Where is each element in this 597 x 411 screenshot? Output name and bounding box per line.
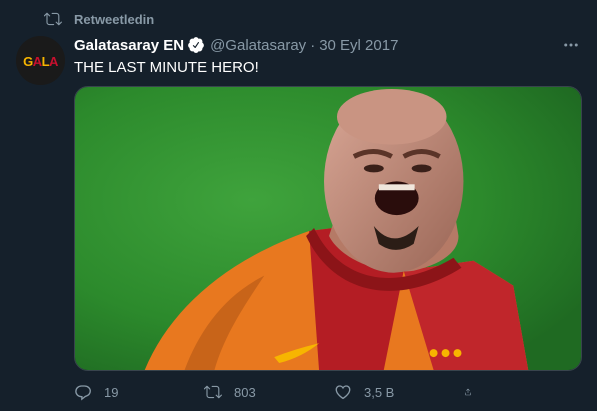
share-icon — [465, 388, 471, 396]
svg-text:GALA: GALA — [23, 54, 59, 69]
retweet-label: Retweetledin — [74, 11, 155, 27]
celebrating-player-photo-icon — [75, 87, 581, 370]
tweet-text: THE LAST MINUTE HERO! — [74, 59, 259, 76]
reply-count: 19 — [104, 384, 119, 400]
tweet-header: Galatasaray EN @Galatasaray · 30 Eyl 201… — [74, 35, 577, 55]
retweet-count: 803 — [234, 384, 256, 400]
like-button[interactable]: 3,5 B — [334, 383, 464, 401]
reply-button[interactable]: 19 — [74, 383, 204, 401]
more-icon — [564, 43, 578, 47]
verified-badge-icon — [188, 37, 204, 53]
share-button[interactable] — [464, 383, 484, 401]
heart-icon — [335, 385, 351, 400]
retweet-indicator: Retweetledin — [44, 9, 154, 29]
reply-icon — [75, 385, 91, 401]
like-count: 3,5 B — [364, 384, 395, 400]
more-options-button[interactable] — [561, 36, 581, 54]
tweet-media-image[interactable] — [74, 86, 582, 371]
retweet-button[interactable]: 803 — [204, 383, 334, 401]
retweet-icon — [44, 12, 62, 26]
tweet-date[interactable]: 30 Eyl 2017 — [319, 37, 398, 54]
display-name[interactable]: Galatasaray EN — [74, 37, 184, 54]
retweet-icon — [204, 385, 222, 399]
tweet-actions: 19 803 3,5 B — [74, 381, 514, 403]
separator-dot: · — [310, 36, 316, 54]
galatasaray-logo-icon: GALA — [16, 36, 65, 85]
avatar[interactable]: GALA — [16, 36, 65, 85]
handle[interactable]: @Galatasaray — [210, 37, 306, 54]
